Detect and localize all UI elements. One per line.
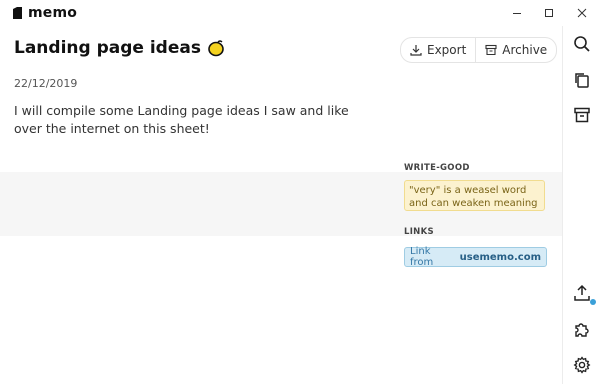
write-good-suggestion[interactable]: "very" is a weasel word and can weaken m… [404,180,545,211]
search-icon[interactable] [573,35,591,53]
puzzle-icon[interactable] [573,320,591,338]
close-icon [577,8,587,18]
archive-icon[interactable] [573,106,591,124]
links-heading: LINKS [404,227,434,237]
gear-icon[interactable] [573,356,591,374]
archive-button[interactable]: Archive [475,38,556,62]
upload-icon[interactable] [573,284,591,302]
archive-label: Archive [502,43,548,57]
note-actions: Export Archive [400,37,558,63]
window-minimize-button[interactable] [507,3,527,23]
archive-icon [485,44,497,56]
download-icon [410,45,422,56]
window-maximize-button[interactable] [539,3,559,23]
note-title[interactable]: Landing page ideas [14,38,225,58]
note-body[interactable]: I will compile some Landing page ideas I… [14,102,374,138]
app-name: memo [28,5,78,21]
app-logo: memo [12,5,77,21]
notification-dot [590,299,596,305]
maximize-icon [545,9,553,17]
title-bar: memo [0,0,600,26]
lemon-emoji-icon [208,40,224,57]
minimize-icon [513,13,521,14]
export-label: Export [427,43,467,57]
export-button[interactable]: Export [401,38,475,62]
note-date: 22/12/2019 [14,77,78,90]
memo-logo-icon [13,7,22,19]
link-domain: usememo.com [459,251,541,263]
write-good-heading: WRITE-GOOD [404,163,470,173]
right-rail [562,26,600,384]
window-close-button[interactable] [572,3,592,23]
link-prefix: Link from [410,246,434,268]
copy-icon[interactable] [573,71,591,89]
note-title-text: Landing page ideas [14,38,201,58]
link-item[interactable]: Link from usememo.com [404,246,547,268]
